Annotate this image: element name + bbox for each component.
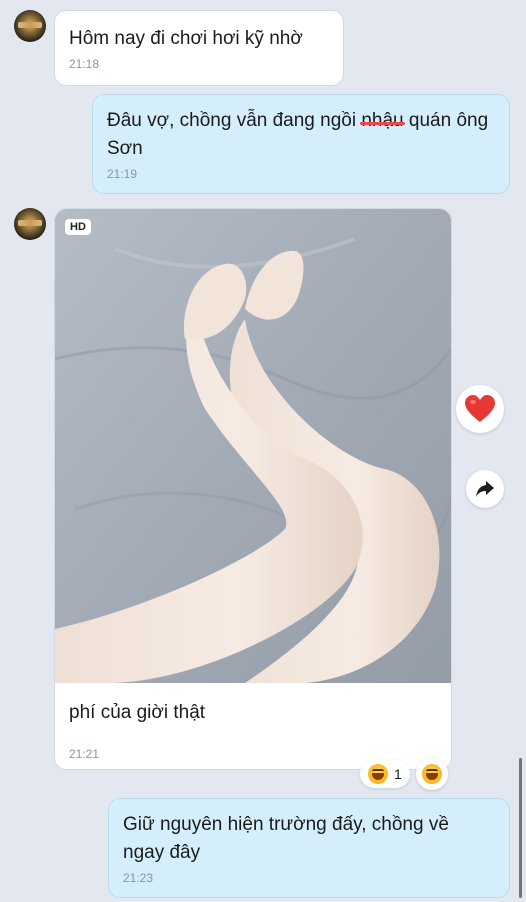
incoming-message[interactable]: Hôm nay đi chơi hơi kỹ nhờ 21:18 [54,10,344,86]
photo-image [55,209,451,683]
laugh-emoji-icon [422,764,442,784]
heart-reaction-button[interactable] [456,385,504,433]
hd-badge: HD [65,219,91,235]
heart-icon [465,395,495,422]
reaction-summary[interactable]: 1 [360,760,410,788]
avatar[interactable] [14,10,46,42]
message-time: 21:23 [123,871,154,885]
share-arrow-icon [476,481,494,497]
outgoing-message[interactable]: Giữ nguyên hiện trường đấy, chồng về nga… [108,798,510,898]
message-text: Đâu vợ, chồng vẫn đang ngồi nhậu quán ôn… [107,107,495,163]
message-text: Hôm nay đi chơi hơi kỹ nhờ [69,28,303,49]
share-button[interactable] [466,470,504,508]
add-reaction-button[interactable] [416,758,448,790]
scrollbar[interactable] [519,758,522,898]
photo-message[interactable]: HD phí của giời thật 21:21 [54,208,452,770]
message-text-part: Đâu vợ, chồng vẫn đang ngồi [107,110,362,131]
message-time: 21:19 [107,167,138,181]
photo-caption: phí của giời thật [69,702,206,723]
message-text: Giữ nguyên hiện trường đấy, chồng về nga… [123,814,449,863]
message-time: 21:21 [69,747,100,761]
message-time: 21:18 [69,57,100,71]
reaction-count: 1 [394,766,402,782]
photo[interactable]: HD [55,209,451,683]
laugh-emoji-icon [368,764,388,784]
struck-word: nhậu [361,110,404,131]
avatar[interactable] [14,208,46,240]
outgoing-message[interactable]: Đâu vợ, chồng vẫn đang ngồi nhậu quán ôn… [92,94,510,194]
